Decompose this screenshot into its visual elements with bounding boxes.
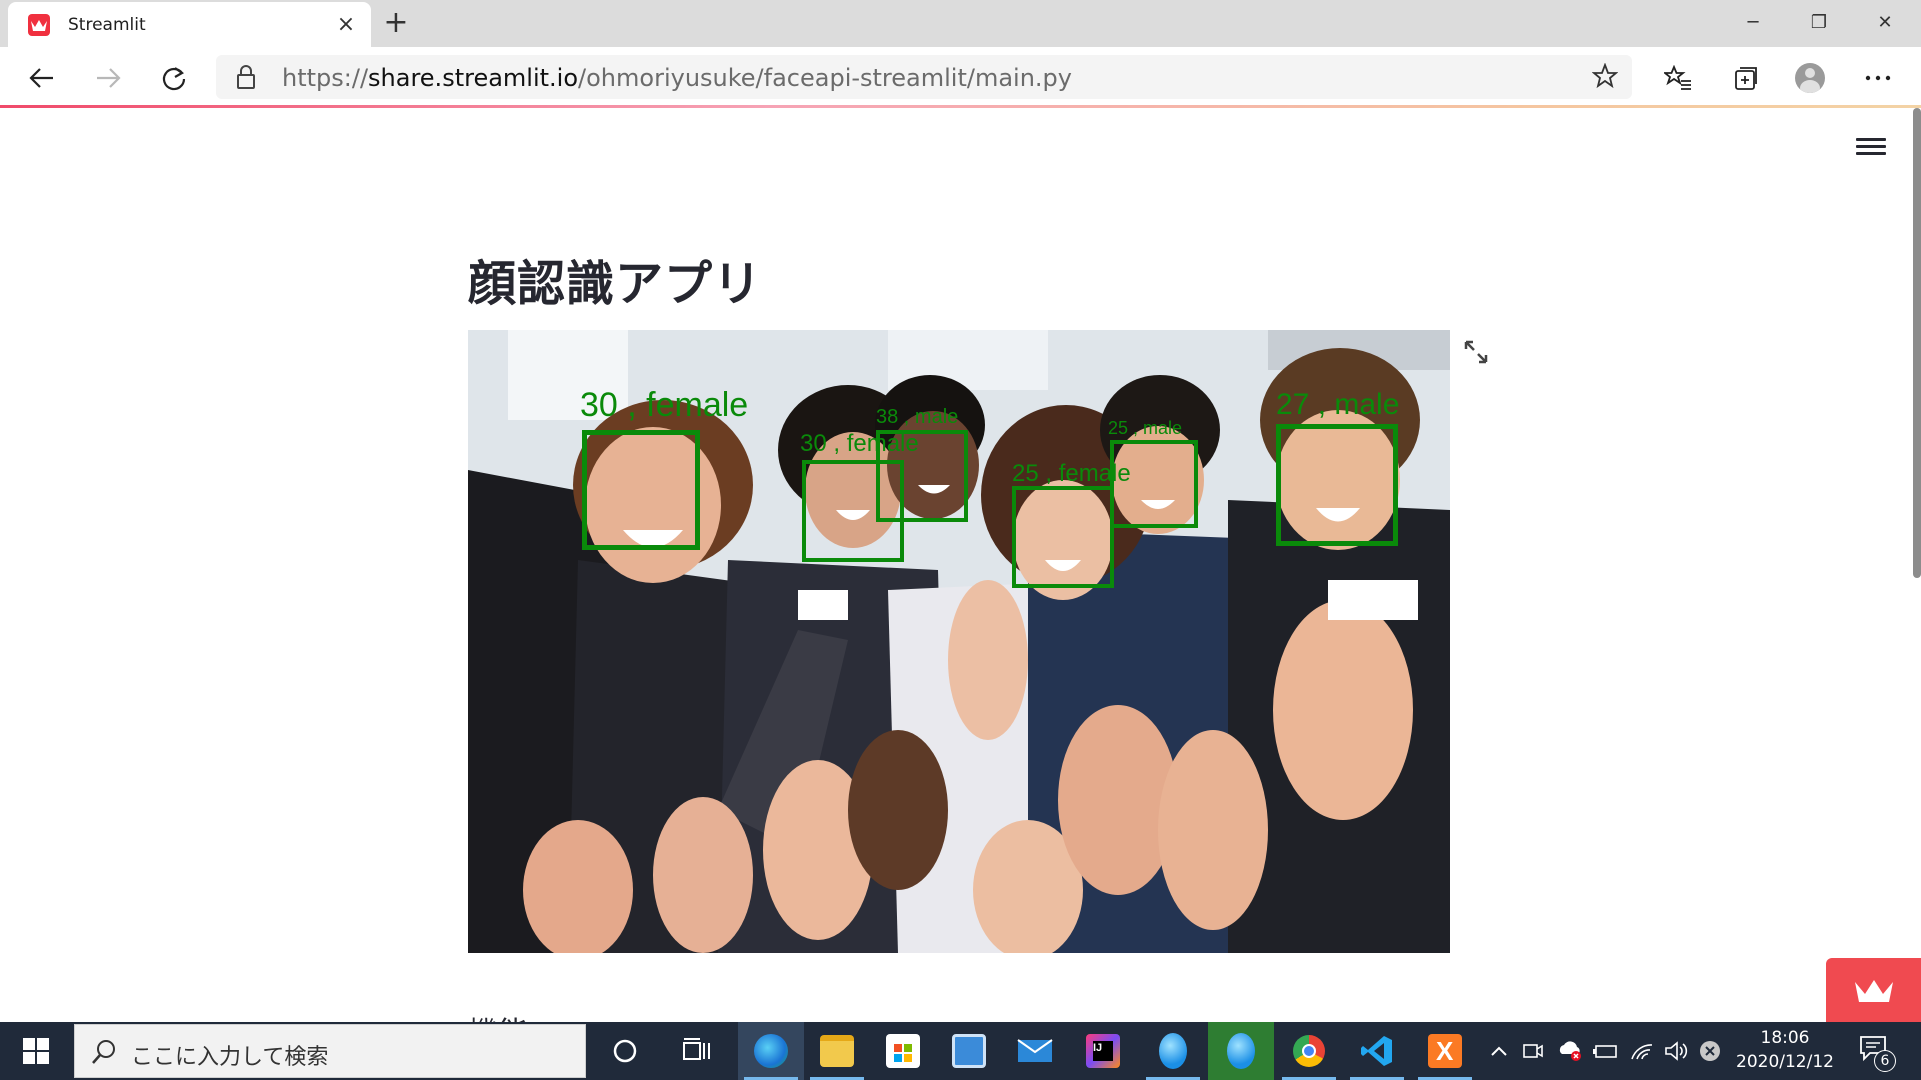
show-hidden-icons-chevron-icon[interactable] (1484, 1022, 1514, 1080)
meet-now-icon[interactable] (1518, 1022, 1548, 1080)
taskbar-vscode-icon[interactable] (1344, 1022, 1410, 1080)
task-view-icon[interactable] (664, 1022, 730, 1080)
streamlit-crown-icon (1854, 980, 1893, 1002)
taskbar-app-icon[interactable] (1208, 1022, 1274, 1080)
taskbar-clock[interactable]: 18:06 2020/12/12 (1720, 1026, 1850, 1074)
taskbar-search-box[interactable]: ここに入力して検索 (74, 1024, 586, 1078)
address-bar[interactable]: https://share.streamlit.io/ohmoriyusuke/… (216, 55, 1632, 99)
face-label: 38 , male (876, 406, 959, 428)
battery-icon[interactable] (1590, 1022, 1622, 1080)
notification-count-badge: 6 (1874, 1050, 1896, 1072)
taskbar-edge-icon[interactable] (738, 1022, 804, 1080)
face-box (582, 430, 700, 550)
face-box (1276, 424, 1398, 546)
wifi-icon[interactable] (1626, 1022, 1658, 1080)
forward-icon[interactable] (88, 60, 128, 96)
cortana-icon[interactable] (592, 1022, 658, 1080)
windows-taskbar: ここに入力して検索 IJ X 18:06 2020/12/12 6 (0, 1022, 1921, 1080)
window-close-button[interactable]: ✕ (1852, 0, 1918, 44)
taskbar-remote-desktop-icon[interactable] (936, 1022, 1002, 1080)
search-icon (91, 1039, 117, 1069)
tab-close-icon[interactable]: × (331, 10, 361, 40)
face-label: 30 , female (580, 386, 749, 424)
browser-tab[interactable]: Streamlit × (8, 2, 371, 47)
collections-icon[interactable] (1726, 60, 1766, 96)
favorites-list-icon[interactable] (1658, 60, 1698, 96)
more-options-icon[interactable] (1858, 60, 1898, 96)
page-title: 顔認識アプリ (468, 256, 763, 312)
face-label: 25 , male (1108, 418, 1183, 438)
taskbar-app-icon[interactable] (1140, 1022, 1206, 1080)
face-recognition-result-image: 30 , female 30 , female 38 , male 25 , f… (468, 330, 1450, 953)
profile-avatar[interactable] (1790, 60, 1830, 96)
face-box (876, 430, 968, 522)
windows-start-icon[interactable] (0, 1022, 72, 1080)
tab-strip: Streamlit × + ─ ❐ ✕ (0, 0, 1921, 47)
new-tab-button[interactable]: + (380, 8, 412, 40)
face-box (1012, 486, 1114, 588)
taskbar-store-icon[interactable] (870, 1022, 936, 1080)
favorite-star-icon[interactable] (1591, 62, 1619, 93)
taskbar-mail-icon[interactable] (1002, 1022, 1068, 1080)
lock-icon (236, 64, 256, 94)
refresh-icon[interactable] (154, 60, 194, 96)
tab-title: Streamlit (68, 14, 146, 35)
fullscreen-expand-icon[interactable] (1462, 338, 1490, 366)
onedrive-error-icon[interactable] (1554, 1022, 1586, 1080)
streamlit-badge[interactable] (1826, 958, 1921, 1022)
face-box (1110, 440, 1198, 528)
volume-icon[interactable] (1660, 1022, 1692, 1080)
restore-button[interactable]: ❐ (1786, 0, 1852, 44)
back-icon[interactable] (22, 60, 62, 96)
taskbar-xampp-icon[interactable]: X (1412, 1022, 1478, 1080)
taskbar-intellij-icon[interactable]: IJ (1070, 1022, 1136, 1080)
face-label: 27 , male (1276, 388, 1400, 421)
minimize-button[interactable]: ─ (1720, 0, 1786, 44)
taskbar-file-explorer-icon[interactable] (804, 1022, 870, 1080)
page-scrollbar[interactable] (1913, 108, 1921, 578)
clock-time: 18:06 (1760, 1028, 1810, 1048)
streamlit-favicon-icon (28, 13, 50, 36)
taskbar-search-placeholder: ここに入力して検索 (131, 1045, 329, 1070)
url-text[interactable]: https://share.streamlit.io/ohmoriyusuke/… (282, 64, 1072, 92)
taskbar-chrome-icon[interactable] (1276, 1022, 1342, 1080)
hamburger-menu-icon[interactable] (1856, 134, 1886, 160)
clock-date: 2020/12/12 (1736, 1052, 1834, 1072)
loading-accent-line (0, 105, 1921, 108)
